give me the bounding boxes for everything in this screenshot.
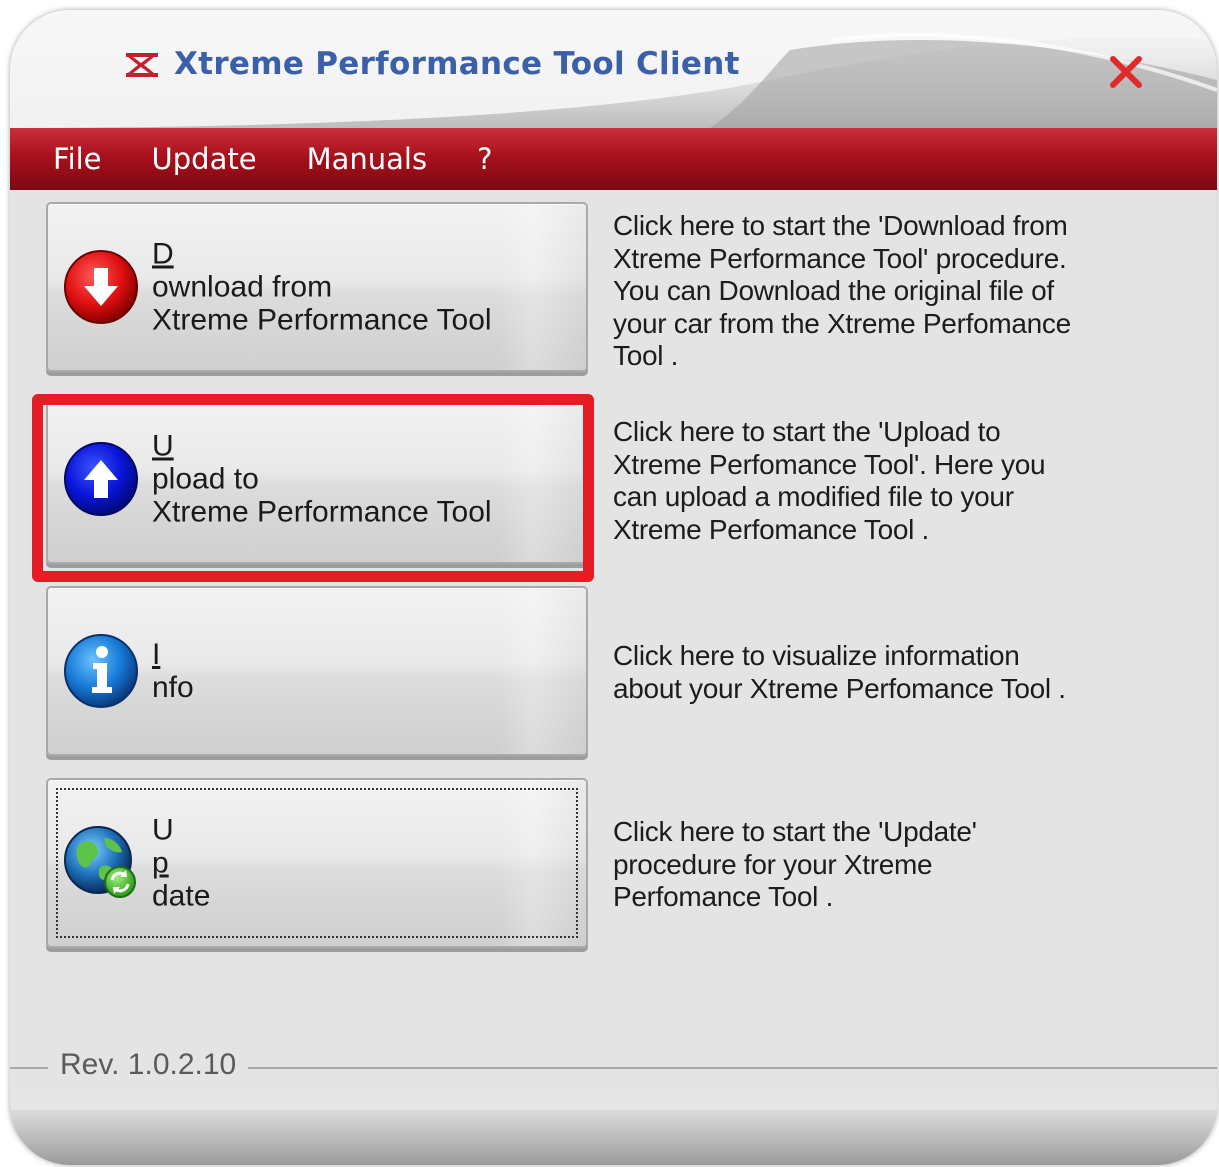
window-title: Xtreme Performance Tool Client [174, 46, 740, 82]
download-arrow-icon [64, 250, 138, 324]
upload-label-line2: Xtreme Performance Tool [152, 495, 492, 529]
download-label-line2: Xtreme Performance Tool [152, 303, 492, 337]
upload-label-line1: pload to [152, 462, 259, 496]
download-button-label: Download from Xtreme Performance Tool [152, 238, 492, 337]
update-label-prefix: U [152, 813, 174, 847]
globe-update-icon [64, 826, 136, 898]
menu-update[interactable]: Update [127, 142, 282, 176]
upload-arrow-icon [64, 442, 138, 516]
download-button[interactable]: Download from Xtreme Performance Tool [46, 202, 588, 372]
update-label-mnemonic: p [152, 846, 169, 880]
menu-bar: File Update Manuals ? [10, 128, 1217, 190]
menu-help[interactable]: ? [452, 142, 517, 176]
update-description: Click here to start the 'Update' procedu… [613, 816, 977, 912]
button-shine [498, 204, 586, 370]
revision-label: Rev. 1.0.2.10 [48, 1048, 249, 1082]
update-button-label: Up date [152, 814, 210, 913]
button-shine [498, 780, 586, 946]
menu-file[interactable]: File [10, 142, 127, 176]
info-label-mnemonic: I [152, 638, 161, 671]
close-icon [1110, 56, 1142, 88]
upload-button[interactable]: Upload to Xtreme Performance Tool [46, 394, 588, 564]
upload-description: Click here to start the 'Upload to Xtrem… [613, 416, 1046, 545]
info-button[interactable]: Info [46, 586, 588, 756]
button-shine [498, 396, 586, 562]
update-button[interactable]: Up date [46, 778, 588, 948]
info-description: Click here to visualize information abou… [613, 640, 1066, 704]
info-button-label: Info [152, 638, 194, 704]
upload-button-label: Upload to Xtreme Performance Tool [152, 430, 492, 529]
title-bar[interactable]: Xtreme Performance Tool Client [10, 10, 1217, 128]
app-window: Xtreme Performance Tool Client File Upda… [10, 10, 1217, 1165]
upload-label-mnemonic: U [152, 429, 174, 463]
info-label-text: nfo [152, 671, 194, 704]
update-label-rest: date [152, 879, 211, 913]
app-logo-icon [126, 53, 158, 77]
download-label-line1: ownload from [152, 270, 333, 304]
menu-manuals[interactable]: Manuals [282, 142, 453, 176]
main-panel: Download from Xtreme Performance Tool Cl… [10, 190, 1217, 1090]
bottom-bar [10, 1110, 1217, 1165]
button-shine [498, 588, 586, 754]
download-description: Click here to start the 'Download from X… [613, 210, 1071, 371]
info-icon [64, 634, 138, 708]
close-button[interactable] [1100, 46, 1152, 98]
download-label-mnemonic: D [152, 237, 174, 271]
